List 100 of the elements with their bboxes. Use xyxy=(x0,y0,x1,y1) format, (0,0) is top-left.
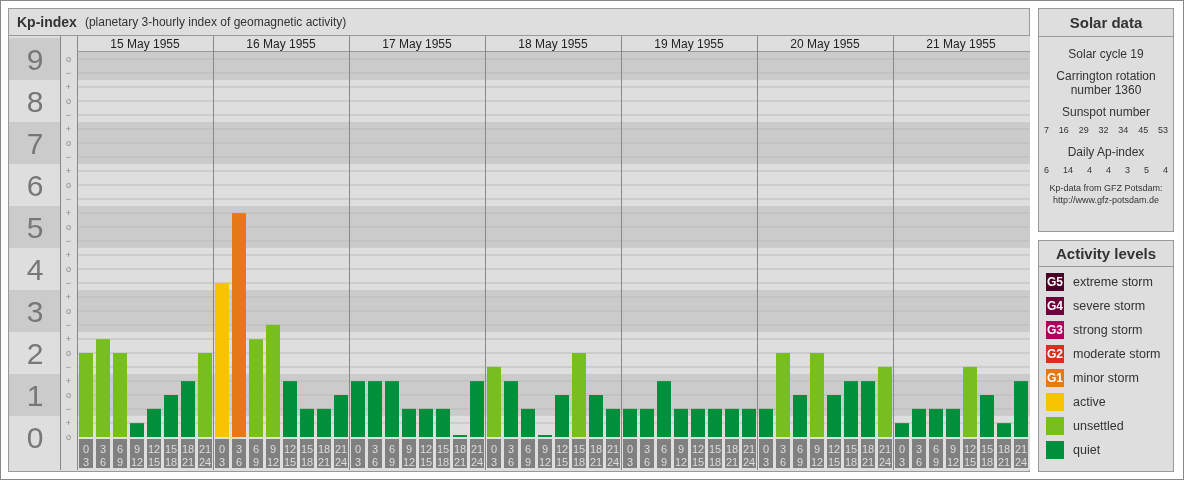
time-slot-label: 18 21 xyxy=(453,439,467,468)
time-slot-label: 6 9 xyxy=(385,439,399,468)
x-tick-label: 6 9 xyxy=(252,443,260,468)
time-slot-label: 3 6 xyxy=(776,439,790,468)
kp-bar xyxy=(521,408,535,437)
kp-bar xyxy=(504,381,518,437)
date-label: 15 May 1955 xyxy=(110,36,180,51)
kp-bar xyxy=(623,408,637,437)
date-label: 18 May 1955 xyxy=(518,36,588,51)
time-slot-label: 15 18 xyxy=(708,439,722,468)
time-slot-label: 18 21 xyxy=(725,439,739,468)
kp-level-label: 1 xyxy=(26,379,44,412)
kp-level-label: 9 xyxy=(26,43,44,76)
x-tick-label: 6 9 xyxy=(524,443,532,468)
time-slot-label: 9 12 xyxy=(266,439,280,468)
time-slot-label: 6 9 xyxy=(113,439,127,468)
legend-label: active xyxy=(1073,395,1106,409)
time-slot-label: 6 9 xyxy=(929,439,943,468)
time-slot-label: 9 12 xyxy=(674,439,688,468)
carrington-rotation: Carrington rotation number 1360 xyxy=(1055,69,1157,97)
time-slot-label: 0 3 xyxy=(79,439,93,468)
kp-bar xyxy=(997,423,1011,437)
time-slot-label: 9 12 xyxy=(810,439,824,468)
time-slot-label: 9 12 xyxy=(946,439,960,468)
kp-bar xyxy=(674,408,688,437)
time-slot-label: 9 12 xyxy=(402,439,416,468)
kp-bar xyxy=(487,366,501,437)
time-slot-label: 21 24 xyxy=(606,439,620,468)
kp-level-label: 2 xyxy=(26,337,44,370)
kp-third-mark: o xyxy=(66,348,71,358)
time-slot-label: 15 18 xyxy=(300,439,314,468)
x-tick-label: 3 6 xyxy=(99,443,107,468)
kp-level-label: 0 xyxy=(26,421,44,454)
time-slot-label: 21 24 xyxy=(742,439,756,468)
kp-third-mark: o xyxy=(66,138,71,148)
kp-bar xyxy=(351,381,365,437)
kp-level-label: 7 xyxy=(26,127,44,160)
time-slot-label: 3 6 xyxy=(912,439,926,468)
sunspot-value: 29 xyxy=(1078,125,1089,135)
chart-title: Kp-index xyxy=(17,14,77,30)
ap-index-value: 14 xyxy=(1063,165,1073,175)
kp-bar xyxy=(470,381,484,437)
kp-third-mark: + xyxy=(65,250,72,260)
kp-third-mark: − xyxy=(65,152,72,162)
kp-third-mark: − xyxy=(65,194,72,204)
kp-level-label: 3 xyxy=(26,295,44,328)
kp-level-label: 4 xyxy=(26,253,44,286)
kp-bar xyxy=(963,366,977,437)
time-slot-label: 21 24 xyxy=(1014,439,1028,468)
time-slot-label: 21 24 xyxy=(334,439,348,468)
date-label: 20 May 1955 xyxy=(790,36,860,51)
kp-third-mark: o xyxy=(66,306,71,316)
time-slot-label: 12 15 xyxy=(963,439,977,468)
time-slot-label: 3 6 xyxy=(504,439,518,468)
kp-bar xyxy=(793,395,807,437)
time-slot-label: 6 9 xyxy=(657,439,671,468)
storm-level-badge: G2 xyxy=(1046,345,1064,363)
time-slot-label: 9 12 xyxy=(538,439,552,468)
kp-third-mark: − xyxy=(65,320,72,330)
kp-third-mark: o xyxy=(66,54,71,64)
legend-label: strong storm xyxy=(1073,323,1143,337)
kp-bar xyxy=(300,408,314,437)
sunspot-value: 7 xyxy=(1044,125,1049,135)
ap-index-label: Daily Ap-index xyxy=(1067,145,1145,159)
time-slot-label: 0 3 xyxy=(215,439,229,468)
time-slot-label: 15 18 xyxy=(572,439,586,468)
kp-third-mark: + xyxy=(65,376,72,386)
ap-index-value: 4 xyxy=(1086,165,1092,175)
kp-bar xyxy=(385,381,399,437)
time-slot-label: 21 24 xyxy=(470,439,484,468)
kp-bar xyxy=(1014,381,1028,437)
time-slot-label: 18 21 xyxy=(861,439,875,468)
kp-bar xyxy=(759,408,773,437)
kp-bar xyxy=(555,395,569,437)
ap-index-value: 6 xyxy=(1044,165,1049,175)
kp-bar xyxy=(912,408,926,437)
x-tick-label: 0 3 xyxy=(626,443,634,468)
x-tick-label: 0 3 xyxy=(898,443,906,468)
ap-index-value: 5 xyxy=(1143,165,1149,175)
time-slot-label: 12 15 xyxy=(555,439,569,468)
kp-third-mark: − xyxy=(65,110,72,120)
kp-bar xyxy=(691,408,705,437)
kp-bar xyxy=(181,381,195,437)
time-slot-label: 3 6 xyxy=(96,439,110,468)
storm-level-badge: G4 xyxy=(1046,297,1064,315)
legend-label: severe storm xyxy=(1073,299,1146,313)
x-tick-label: 6 9 xyxy=(796,443,804,468)
kp-bar xyxy=(725,408,739,437)
ap-index-value: 4 xyxy=(1162,165,1168,175)
sunspot-value: 32 xyxy=(1098,125,1109,135)
time-slot-label: 12 15 xyxy=(283,439,297,468)
time-slot-label: 3 6 xyxy=(232,439,246,468)
sunspot-label: Sunspot number xyxy=(1061,105,1151,119)
time-slot-label: 12 15 xyxy=(827,439,841,468)
kp-bar xyxy=(606,408,620,437)
time-slot-label: 0 3 xyxy=(623,439,637,468)
kp-bar xyxy=(419,408,433,437)
kp-level-label: 5 xyxy=(26,211,44,244)
data-source: Kp-data from GFZ Potsdam: xyxy=(1049,183,1163,193)
legend-label: moderate storm xyxy=(1073,347,1161,361)
